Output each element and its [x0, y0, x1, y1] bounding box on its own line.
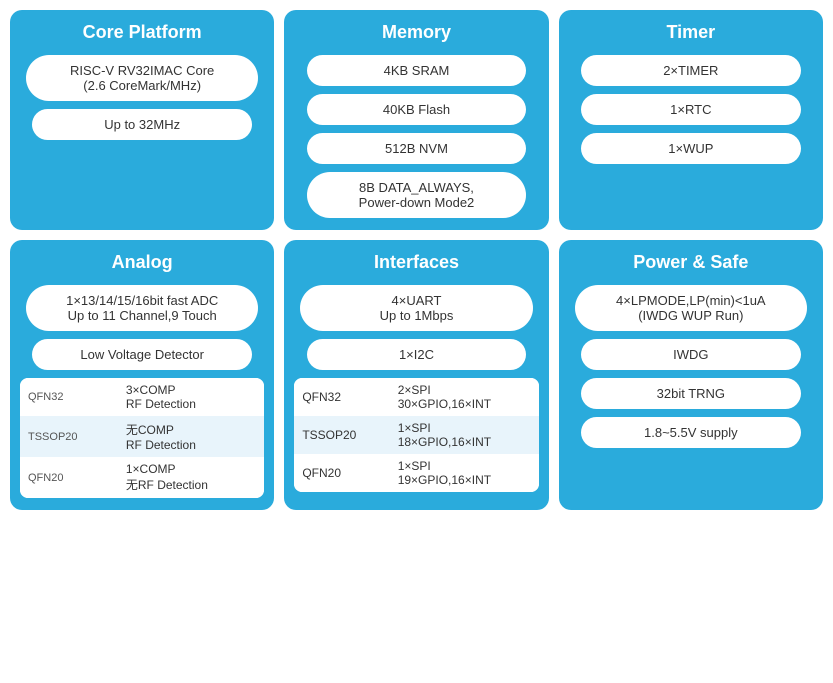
analog-table: QFN32 3×COMPRF Detection TSSOP20 无COMPRF…: [20, 378, 264, 498]
analog-title: Analog: [112, 252, 173, 273]
analog-lvd: Low Voltage Detector: [32, 339, 252, 370]
analog-pkg-0: QFN32: [20, 378, 118, 416]
iface-pkg-2: QFN20: [294, 454, 389, 492]
table-row: TSSOP20 无COMPRF Detection: [20, 416, 264, 457]
memory-title: Memory: [382, 22, 451, 43]
table-row: QFN32 3×COMPRF Detection: [20, 378, 264, 416]
timer-item-1: 1×RTC: [581, 94, 801, 125]
memory-item-1: 40KB Flash: [307, 94, 527, 125]
power-safe-item-0: 4×LPMODE,LP(min)<1uA(IWDG WUP Run): [575, 285, 807, 331]
analog-spec-1: 无COMPRF Detection: [118, 416, 264, 457]
analog-spec-2: 1×COMP无RF Detection: [118, 457, 264, 498]
interfaces-i2c: 1×I2C: [307, 339, 527, 370]
timer-item-2: 1×WUP: [581, 133, 801, 164]
power-safe-item-3: 1.8~5.5V supply: [581, 417, 801, 448]
power-safe-item-1: IWDG: [581, 339, 801, 370]
core-platform-item-1: Up to 32MHz: [32, 109, 252, 140]
table-row: QFN20 1×COMP无RF Detection: [20, 457, 264, 498]
iface-spec-2: 1×SPI19×GPIO,16×INT: [390, 454, 539, 492]
iface-spec-0: 2×SPI30×GPIO,16×INT: [390, 378, 539, 416]
card-interfaces: Interfaces 4×UARTUp to 1Mbps 1×I2C QFN32…: [284, 240, 548, 510]
card-memory: Memory 4KB SRAM 40KB Flash 512B NVM 8B D…: [284, 10, 548, 230]
table-row: TSSOP20 1×SPI18×GPIO,16×INT: [294, 416, 538, 454]
iface-pkg-0: QFN32: [294, 378, 389, 416]
interfaces-uart: 4×UARTUp to 1Mbps: [300, 285, 532, 331]
card-analog: Analog 1×13/14/15/16bit fast ADCUp to 11…: [10, 240, 274, 510]
main-grid: Core Platform RISC-V RV32IMAC Core(2.6 C…: [10, 10, 823, 510]
iface-spec-1: 1×SPI18×GPIO,16×INT: [390, 416, 539, 454]
memory-item-2: 512B NVM: [307, 133, 527, 164]
table-row: QFN20 1×SPI19×GPIO,16×INT: [294, 454, 538, 492]
card-timer: Timer 2×TIMER 1×RTC 1×WUP: [559, 10, 823, 230]
core-platform-item-0: RISC-V RV32IMAC Core(2.6 CoreMark/MHz): [26, 55, 258, 101]
card-core-platform: Core Platform RISC-V RV32IMAC Core(2.6 C…: [10, 10, 274, 230]
analog-pkg-1: TSSOP20: [20, 416, 118, 457]
core-platform-title: Core Platform: [83, 22, 202, 43]
interfaces-table: QFN32 2×SPI30×GPIO,16×INT TSSOP20 1×SPI1…: [294, 378, 538, 492]
interfaces-title: Interfaces: [374, 252, 459, 273]
power-safe-title: Power & Safe: [633, 252, 748, 273]
memory-item-0: 4KB SRAM: [307, 55, 527, 86]
iface-pkg-1: TSSOP20: [294, 416, 389, 454]
analog-pkg-2: QFN20: [20, 457, 118, 498]
analog-intro: 1×13/14/15/16bit fast ADCUp to 11 Channe…: [26, 285, 258, 331]
analog-spec-0: 3×COMPRF Detection: [118, 378, 264, 416]
power-safe-item-2: 32bit TRNG: [581, 378, 801, 409]
table-row: QFN32 2×SPI30×GPIO,16×INT: [294, 378, 538, 416]
timer-item-0: 2×TIMER: [581, 55, 801, 86]
timer-title: Timer: [666, 22, 715, 43]
card-power-safe: Power & Safe 4×LPMODE,LP(min)<1uA(IWDG W…: [559, 240, 823, 510]
memory-item-3: 8B DATA_ALWAYS,Power-down Mode2: [307, 172, 527, 218]
